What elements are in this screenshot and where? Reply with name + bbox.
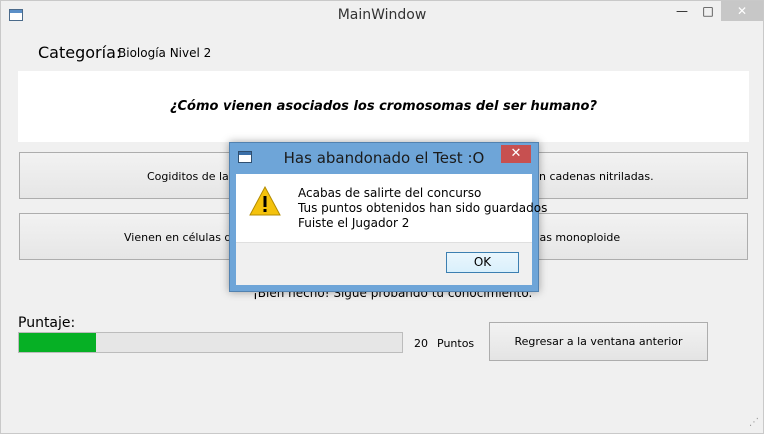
- dialog-title: Has abandonado el Test :O: [283, 149, 485, 167]
- title-bar: MainWindow — □ ✕: [1, 1, 763, 31]
- score-progress-fill: [19, 333, 96, 352]
- dialog-footer: OK: [236, 242, 532, 285]
- window-title: MainWindow: [337, 7, 427, 23]
- question-text: ¿Cómo vienen asociados los cromosomas de…: [169, 99, 598, 114]
- warning-icon: [249, 186, 281, 216]
- maximize-button[interactable]: □: [695, 1, 721, 21]
- dialog-close-button[interactable]: ✕: [501, 145, 531, 163]
- resize-grip-icon[interactable]: ⋰: [749, 417, 759, 428]
- close-button[interactable]: ✕: [721, 1, 763, 21]
- score-progress-bar: [18, 332, 403, 353]
- score-label: Puntaje:: [18, 315, 76, 331]
- dialog-message-line-3: Fuiste el Jugador 2: [298, 216, 410, 230]
- ok-button[interactable]: OK: [446, 252, 519, 273]
- minimize-button[interactable]: —: [669, 1, 695, 21]
- message-dialog: Has abandonado el Test :O ✕ Acabas de sa…: [229, 142, 547, 292]
- score-unit: Puntos: [437, 337, 475, 350]
- back-button[interactable]: Regresar a la ventana anterior: [489, 322, 708, 361]
- dialog-message-line-2: Tus puntos obtenidos han sido guardados: [298, 201, 548, 215]
- dialog-body: Acabas de salirte del concurso Tus punto…: [236, 174, 547, 242]
- question-box: ¿Cómo vienen asociados los cromosomas de…: [18, 71, 749, 142]
- category-value: Biología Nivel 2: [118, 46, 212, 60]
- score-value: 20: [414, 337, 428, 350]
- dialog-message-line-1: Acabas de salirte del concurso: [298, 186, 482, 200]
- category-label: Categoría:: [38, 43, 122, 62]
